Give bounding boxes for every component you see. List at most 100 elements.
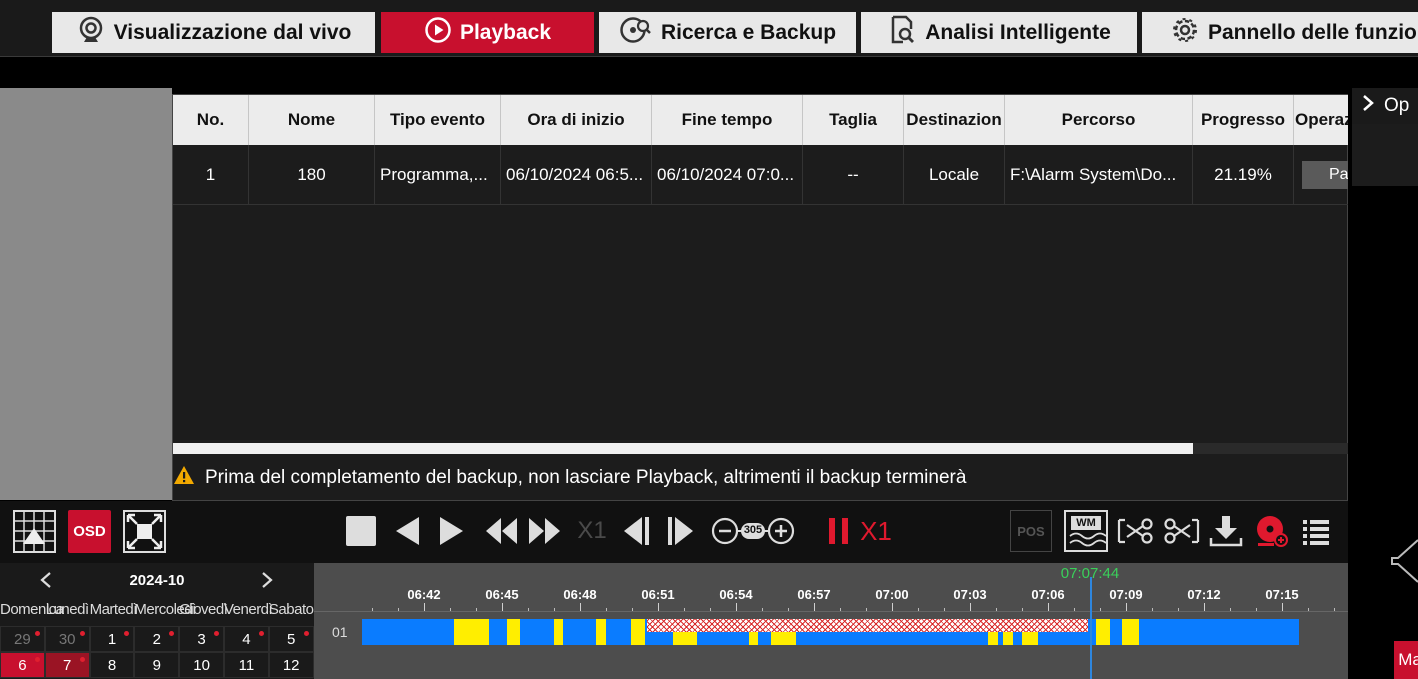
- calendar-day-number: 11: [238, 656, 255, 674]
- timeline-tick-label: 06:51: [641, 587, 675, 602]
- gear-icon: [1170, 15, 1200, 51]
- timeline-cursor[interactable]: [1090, 577, 1092, 679]
- next-month-button[interactable]: [257, 567, 277, 593]
- tab-search-backup[interactable]: Ricerca e Backup: [599, 12, 856, 53]
- calendar-day[interactable]: 12: [268, 652, 314, 678]
- fullscreen-icon: [123, 510, 166, 553]
- weekday-label: Domenica: [0, 601, 64, 618]
- recording-dot-icon: [169, 631, 175, 636]
- calendar-day[interactable]: 3: [179, 626, 224, 652]
- list-icon: [1303, 520, 1329, 545]
- next-frame-button[interactable]: [664, 515, 696, 547]
- tab-playback[interactable]: Playback: [381, 12, 594, 53]
- horizontal-scrollbar[interactable]: [173, 443, 1349, 454]
- rewind-button[interactable]: [484, 515, 518, 547]
- calendar-day[interactable]: 8: [89, 652, 135, 678]
- file-list-button[interactable]: [1301, 515, 1331, 547]
- tab-live-view-label: Visualizzazione dal vivo: [113, 20, 352, 44]
- playback-speed: X1: [860, 515, 892, 546]
- stop-button[interactable]: [345, 515, 377, 547]
- recording-dot-icon: [213, 631, 219, 636]
- recording-dot-icon: [258, 631, 264, 636]
- calendar-day-number: 29: [14, 630, 31, 648]
- weekday-label: Martedì: [89, 601, 138, 618]
- calendar-day-number: 8: [107, 656, 117, 674]
- timeline-track[interactable]: [362, 619, 1299, 645]
- timeline-tick-label: 07:00: [875, 587, 909, 602]
- top-nav: Visualizzazione dal vivo Playback Ricerc…: [0, 0, 1418, 57]
- calendar-day[interactable]: 9: [134, 652, 180, 678]
- calendar-day[interactable]: 30: [44, 626, 90, 652]
- zoom-control[interactable]: 305: [711, 515, 797, 547]
- osd-button[interactable]: OSD: [68, 510, 111, 553]
- warning-icon: [173, 465, 195, 491]
- calendar-day[interactable]: 1: [89, 626, 135, 652]
- tab-function-panel[interactable]: Pannello delle funzioni: [1142, 12, 1418, 53]
- timeline-event-segment: [631, 619, 645, 645]
- collapse-arrow-icon[interactable]: [1390, 538, 1418, 584]
- calendar-week: 29 30 1 2 3 4 5: [0, 626, 314, 652]
- pause-backup-button[interactable]: Pa: [1302, 161, 1349, 189]
- calendar-day[interactable]: 29: [0, 626, 45, 652]
- download-button[interactable]: [1208, 513, 1244, 549]
- cell-event-type: Programma,...: [375, 145, 501, 205]
- clip-start-button[interactable]: [1117, 515, 1155, 547]
- pause-button[interactable]: [826, 515, 854, 547]
- reverse-play-button[interactable]: [392, 515, 422, 547]
- watermark-label: WM: [1076, 517, 1096, 529]
- calendar-day[interactable]: 5: [268, 626, 314, 652]
- zoom-value: 305: [743, 524, 763, 536]
- playback-timeline[interactable]: 06:42 06:45 06:48 06:51 06:54 06:57 07:00 07:03…: [314, 563, 1348, 679]
- right-panel-body: [1352, 124, 1418, 186]
- right-panel-header[interactable]: Op: [1352, 88, 1418, 124]
- timeline-event-segment: [507, 619, 520, 645]
- layout-grid-button[interactable]: [13, 510, 56, 553]
- header-strip: [0, 58, 1418, 88]
- calendar-day[interactable]: 11: [223, 652, 269, 678]
- reverse-play-icon: [396, 517, 419, 545]
- clip-start-scissors-icon: [1117, 518, 1153, 544]
- pause-icon: [829, 518, 848, 544]
- col-operation: Operaz: [1295, 110, 1349, 129]
- col-name: Nome: [249, 95, 375, 145]
- calendar-week: 6 7 8 9 10 11 12: [0, 652, 314, 678]
- pos-button[interactable]: POS: [1010, 510, 1052, 552]
- calendar-day-number: 5: [287, 630, 296, 648]
- cell-start-time: 06/10/2024 06:5...: [501, 145, 652, 205]
- timeline-tick-label: 07:15: [1265, 587, 1299, 602]
- tab-function-panel-label: Pannello delle funzioni: [1208, 20, 1418, 44]
- play-button[interactable]: [437, 515, 467, 547]
- col-end-time: Fine tempo: [652, 95, 803, 145]
- right-panel-action-button[interactable]: Ma: [1394, 641, 1418, 679]
- table-row[interactable]: 1 180 Programma,... 06/10/2024 06:5... 0…: [173, 145, 1349, 205]
- tab-live-view[interactable]: Visualizzazione dal vivo: [52, 12, 375, 53]
- calendar-day[interactable]: 10: [179, 652, 224, 678]
- col-event-type: Tipo evento: [375, 95, 501, 145]
- timeline-tick-label: 06:45: [485, 587, 519, 602]
- previous-frame-button[interactable]: [621, 515, 653, 547]
- cell-no: 1: [173, 145, 249, 205]
- timeline-event-segment: [1096, 619, 1110, 645]
- col-progress: Progresso: [1193, 95, 1294, 145]
- calendar-day[interactable]: 7: [44, 652, 90, 678]
- cell-operation: Pa: [1294, 145, 1349, 205]
- fullscreen-button[interactable]: [123, 510, 166, 553]
- calendar-day[interactable]: 2: [134, 626, 180, 652]
- speed-indicator-dim: X1: [577, 517, 607, 544]
- calendar-day[interactable]: 6: [0, 652, 45, 678]
- watermark-button[interactable]: WM: [1064, 510, 1108, 552]
- calendar-day-number: 2: [152, 630, 161, 648]
- cell-destination: Locale: [904, 145, 1005, 205]
- fast-forward-button[interactable]: [528, 515, 562, 547]
- calendar-day[interactable]: 4: [223, 626, 269, 652]
- timeline-tick-label: 07:06: [1031, 587, 1065, 602]
- video-area[interactable]: [0, 88, 172, 500]
- chevron-right-icon: [1362, 94, 1374, 118]
- calendar-day-number: 3: [197, 630, 206, 648]
- calendar-grid: 29 30 1 2 3 4 5 6 7 8 9 10 11 12: [0, 626, 314, 678]
- tab-smart-analysis-label: Analisi Intelligente: [925, 20, 1111, 44]
- record-backup-button[interactable]: [1254, 513, 1290, 549]
- timeline-cursor-time: 07:07:44: [1060, 565, 1120, 582]
- clip-end-button[interactable]: [1162, 515, 1200, 547]
- tab-smart-analysis[interactable]: Analisi Intelligente: [861, 12, 1137, 53]
